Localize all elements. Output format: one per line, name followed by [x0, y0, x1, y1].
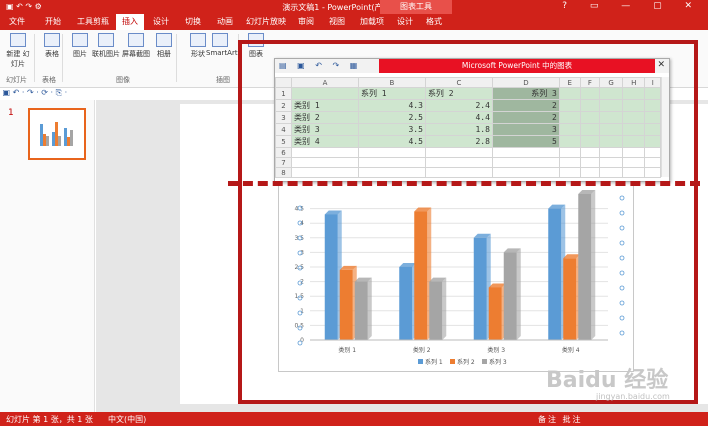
status-bar: 幻灯片 第 1 张，共 1 张 中文(中国) 备注 批注 [0, 412, 708, 426]
ribbon-icon [190, 33, 206, 47]
slide-counter: 幻灯片 第 1 张，共 1 张 [6, 415, 93, 424]
tab-1[interactable]: 开始 [36, 14, 70, 30]
chart-tools-context-label: 图表工具 [380, 0, 452, 14]
ribbon-group-label: 幻灯片 [6, 76, 27, 84]
ribbon-icon [128, 33, 144, 47]
ribbon-group-label: 插图 [216, 76, 230, 84]
tab-12[interactable]: 格式 [420, 14, 448, 30]
ribbon-icon [10, 33, 26, 47]
ribbon-button-label: 相册 [157, 50, 171, 58]
ribbon-button-4[interactable]: 屏幕截图 [122, 33, 150, 59]
tab-7[interactable]: 幻灯片放映 [242, 14, 290, 30]
highlight-frame [238, 40, 698, 404]
ribbon-button-label: 屏幕截图 [122, 50, 150, 58]
tab-3[interactable]: 插入 [116, 14, 144, 30]
ribbon-button-label: 形状 [191, 50, 205, 58]
ribbon-tabs: 文件 开始 工具剪瓶 插入 设计 切换 动画 幻灯片放映 审阅 视图 加载项 设计 格式 [0, 14, 708, 30]
tab-9[interactable]: 视图 [322, 14, 352, 30]
notes-comments[interactable]: 备注 批注 [538, 414, 583, 425]
ribbon-icon [156, 33, 172, 47]
watermark-sub: jingyan.baidu.com [596, 392, 670, 401]
window-buttons[interactable]: ? ▭ — ▢ ✕ [562, 1, 702, 11]
ribbon-button-label: 表格 [45, 50, 59, 58]
tab-4[interactable]: 设计 [146, 14, 176, 30]
ribbon-group-label: 表格 [42, 76, 56, 84]
thumbnail-number: 1 [8, 108, 14, 118]
tab-5[interactable]: 切换 [178, 14, 208, 30]
tab-8[interactable]: 审阅 [292, 14, 320, 30]
ribbon-icon [72, 33, 88, 47]
language-indicator[interactable]: 中文(中国) [108, 414, 146, 425]
ribbon-button-label: 联机图片 [92, 50, 120, 58]
ribbon-separator [62, 34, 63, 82]
ribbon-separator [176, 34, 177, 82]
watermark: Baidu 经验 [546, 368, 669, 393]
ribbon-button-0[interactable]: 新建 幻灯片 [4, 33, 32, 69]
tab-10[interactable]: 加载项 [354, 14, 390, 30]
tab-11[interactable]: 设计 [392, 14, 418, 30]
ribbon-button-7[interactable]: SmartArt [206, 33, 238, 57]
ribbon-button-label: 图片 [73, 50, 87, 58]
ribbon-icon [98, 33, 114, 47]
title-bar: ▣ ↶ ↷ ⚙ 演示文稿1 - PowerPoint(产品激活失败) 图表工具 … [0, 0, 708, 14]
quick-access-toolbar[interactable]: ▣ ↶ · ↷ · ⟳ · ⎘ · [0, 88, 240, 100]
ribbon-button-label: SmartArt [206, 49, 238, 57]
ribbon-button-3[interactable]: 联机图片 [92, 33, 120, 59]
tab-0[interactable]: 文件 [0, 14, 34, 30]
dashed-divider [228, 181, 700, 186]
thumbnail-chart-icon [40, 122, 73, 146]
ribbon-icon [44, 33, 60, 47]
ribbon-group-label: 图像 [116, 76, 130, 84]
ribbon-icon [212, 33, 228, 47]
ribbon-button-5[interactable]: 相册 [150, 33, 178, 59]
ribbon-button-2[interactable]: 图片 [66, 33, 94, 59]
tab-2[interactable]: 工具剪瓶 [72, 14, 114, 30]
tab-6[interactable]: 动画 [210, 14, 240, 30]
slide-thumbnail[interactable] [28, 108, 86, 160]
ribbon-separator [34, 34, 35, 82]
ribbon-button-label: 新建 幻灯片 [6, 50, 30, 68]
